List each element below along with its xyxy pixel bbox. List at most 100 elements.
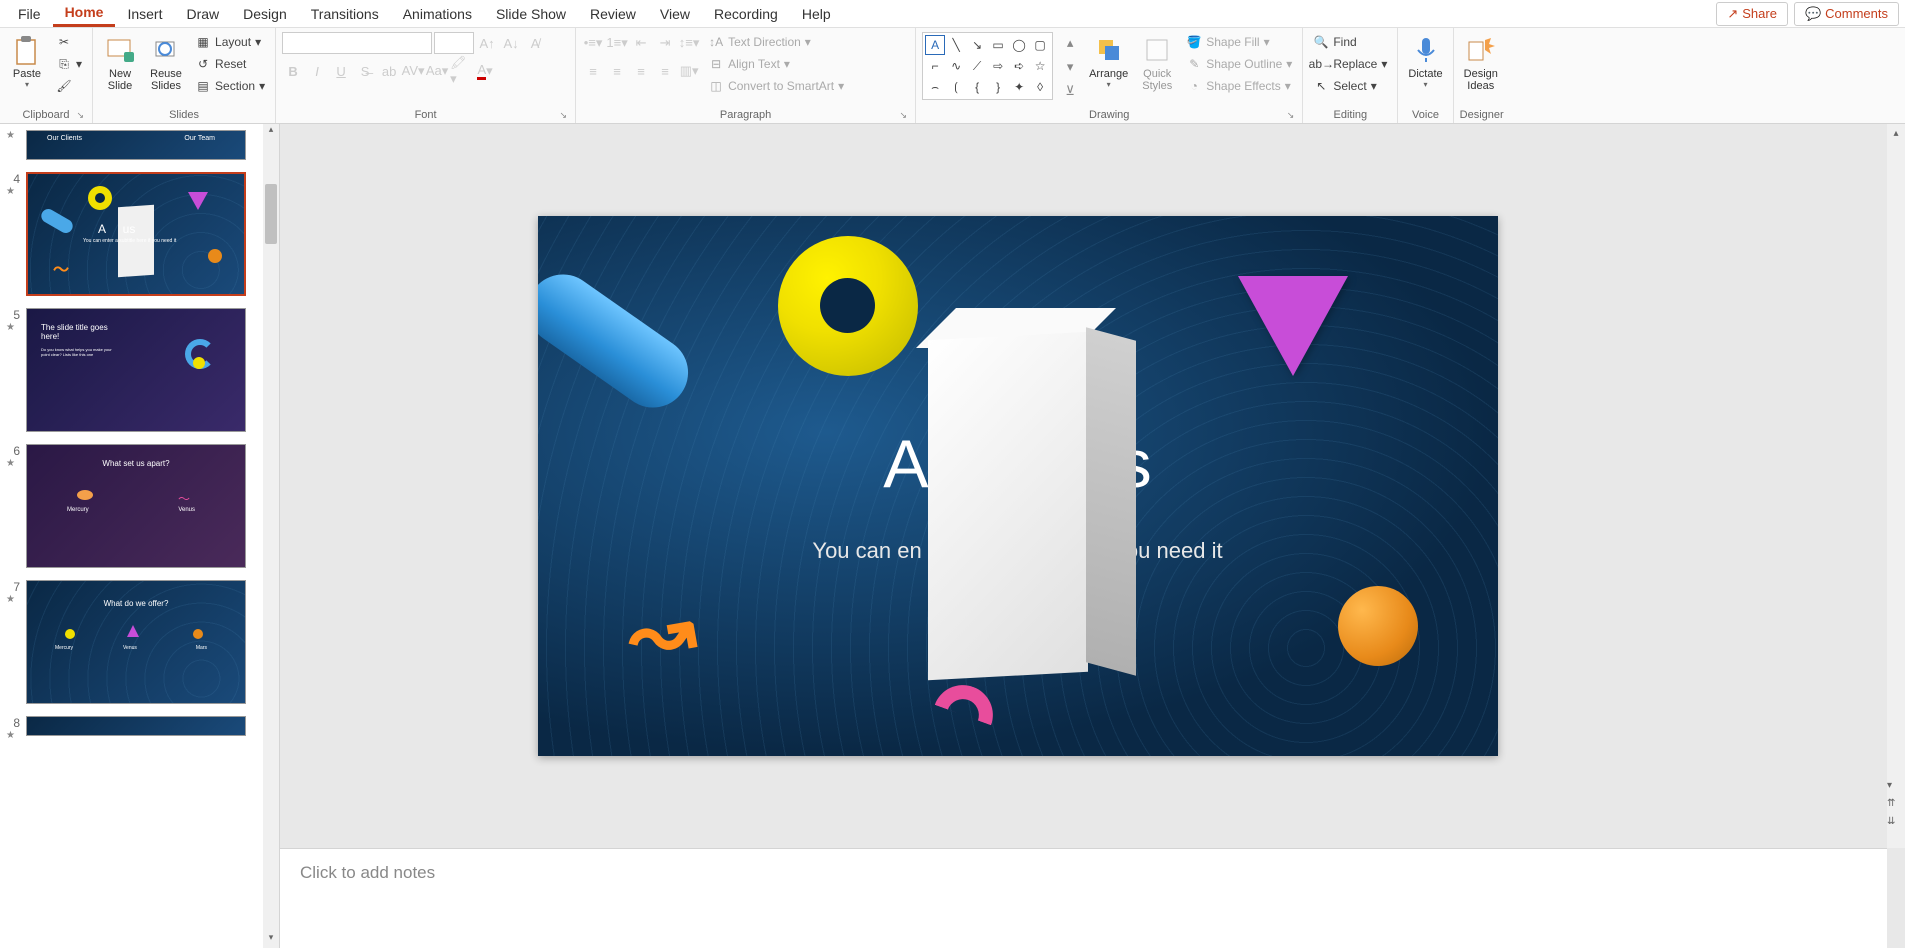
font-name-combo[interactable] bbox=[282, 32, 432, 54]
reuse-slides-button[interactable]: Reuse Slides bbox=[145, 32, 187, 94]
shapes-gallery[interactable]: A ╲↘▭◯▢ ⌐∿⟋⇨➪☆ ⌢⟮{}✦◊ bbox=[922, 32, 1053, 100]
tab-file[interactable]: File bbox=[6, 2, 53, 26]
shape-outline-button[interactable]: ✎Shape Outline▾ bbox=[1182, 54, 1296, 74]
align-text-button[interactable]: ⊟Align Text▾ bbox=[704, 54, 848, 74]
convert-smartart-button[interactable]: ◫Convert to SmartArt▾ bbox=[704, 76, 848, 96]
prev-slide-icon[interactable]: ⇈ bbox=[1887, 794, 1895, 812]
section-button[interactable]: ▤Section▾ bbox=[191, 76, 269, 96]
font-size-combo[interactable] bbox=[434, 32, 474, 54]
tab-recording[interactable]: Recording bbox=[702, 2, 790, 26]
shape-arrow-right-icon[interactable]: ⇨ bbox=[988, 56, 1008, 76]
scroll-handle[interactable] bbox=[265, 184, 277, 244]
increase-indent-button[interactable]: ⇥ bbox=[654, 32, 676, 54]
scroll-up-icon[interactable]: ▴ bbox=[1887, 124, 1905, 142]
shape-connector-icon[interactable]: ⌐ bbox=[925, 56, 945, 76]
numbering-button[interactable]: 1≡▾ bbox=[606, 32, 628, 54]
tab-home[interactable]: Home bbox=[53, 0, 116, 27]
increase-font-button[interactable]: A↑ bbox=[476, 32, 498, 54]
gallery-up-icon[interactable]: ▴ bbox=[1059, 32, 1081, 54]
dialog-launcher-icon[interactable]: ↘ bbox=[1287, 110, 1295, 121]
bold-button[interactable]: B bbox=[282, 60, 304, 82]
slide-thumb[interactable]: 7★ What do we offer? Mercury Venus Mars bbox=[0, 574, 279, 710]
shape-fill-button[interactable]: 🪣Shape Fill▾ bbox=[1182, 32, 1296, 52]
underline-button[interactable]: U bbox=[330, 60, 352, 82]
replace-button[interactable]: ab→Replace▾ bbox=[1309, 54, 1391, 74]
shadow-button[interactable]: ab bbox=[378, 60, 400, 82]
orange-sphere-shape[interactable] bbox=[1338, 586, 1418, 666]
shape-rect-icon[interactable]: ▭ bbox=[988, 35, 1008, 55]
gallery-down-icon[interactable]: ▾ bbox=[1059, 56, 1081, 78]
bullets-button[interactable]: •≡▾ bbox=[582, 32, 604, 54]
align-left-button[interactable]: ≡ bbox=[582, 60, 604, 82]
dialog-launcher-icon[interactable]: ↘ bbox=[900, 110, 908, 121]
font-color-button[interactable]: A▾ bbox=[474, 60, 496, 82]
yellow-torus-shape[interactable] bbox=[778, 236, 918, 376]
line-spacing-button[interactable]: ↕≡▾ bbox=[678, 32, 700, 54]
tab-slideshow[interactable]: Slide Show bbox=[484, 2, 578, 26]
tab-help[interactable]: Help bbox=[790, 2, 843, 26]
gallery-more-icon[interactable]: ⊻ bbox=[1059, 80, 1081, 102]
dialog-launcher-icon[interactable]: ↘ bbox=[560, 110, 568, 121]
shape-effects-button[interactable]: ◔Shape Effects▾ bbox=[1182, 76, 1296, 96]
canvas-scrollbar[interactable]: ▴ ▾ ⇈ ⇊ bbox=[1887, 124, 1905, 848]
shape-star-icon[interactable]: ☆ bbox=[1030, 56, 1050, 76]
thumb-image[interactable] bbox=[26, 716, 246, 736]
quick-styles-button[interactable]: Quick Styles bbox=[1136, 32, 1178, 94]
notes-placeholder[interactable]: Click to add notes bbox=[300, 863, 1867, 883]
comments-button[interactable]: 💬Comments bbox=[1794, 2, 1899, 26]
slide-thumb[interactable]: 4★ ～ A us You can enter a subtitle here … bbox=[0, 166, 279, 302]
shape-star4-icon[interactable]: ✦ bbox=[1009, 77, 1029, 97]
scroll-up-icon[interactable]: ▴ bbox=[263, 124, 279, 140]
dictate-button[interactable]: Dictate▾ bbox=[1404, 32, 1446, 91]
slide-thumb[interactable]: 8★ bbox=[0, 710, 279, 747]
decrease-indent-button[interactable]: ⇤ bbox=[630, 32, 652, 54]
tab-insert[interactable]: Insert bbox=[115, 2, 174, 26]
thumb-image[interactable]: What do we offer? Mercury Venus Mars bbox=[26, 580, 246, 704]
thumb-image[interactable]: ～ A us You can enter a subtitle here if … bbox=[26, 172, 246, 296]
tab-transitions[interactable]: Transitions bbox=[299, 2, 391, 26]
align-center-button[interactable]: ≡ bbox=[606, 60, 628, 82]
layout-button[interactable]: ▦Layout▾ bbox=[191, 32, 269, 52]
tab-design[interactable]: Design bbox=[231, 2, 299, 26]
select-button[interactable]: ↖Select▾ bbox=[1309, 76, 1391, 96]
shape-bracket-icon[interactable]: ⟮ bbox=[946, 77, 966, 97]
shape-callout-icon[interactable]: ◊ bbox=[1030, 77, 1050, 97]
shape-brace-icon[interactable]: { bbox=[967, 77, 987, 97]
thumb-image[interactable]: What set us apart? ～ Mercury Venus bbox=[26, 444, 246, 568]
justify-button[interactable]: ≡ bbox=[654, 60, 676, 82]
slide-thumb[interactable]: ★ Our ClientsOur Team bbox=[0, 124, 279, 166]
align-right-button[interactable]: ≡ bbox=[630, 60, 652, 82]
change-case-button[interactable]: Aa▾ bbox=[426, 60, 448, 82]
shape-brace2-icon[interactable]: } bbox=[988, 77, 1008, 97]
tab-view[interactable]: View bbox=[648, 2, 702, 26]
shape-textbox-icon[interactable]: A bbox=[925, 35, 945, 55]
slide-thumb[interactable]: 5★ The slide title goes here! Do you kno… bbox=[0, 302, 279, 438]
cut-button[interactable]: ✂ bbox=[52, 32, 86, 52]
shape-curve-icon[interactable]: ∿ bbox=[946, 56, 966, 76]
new-slide-button[interactable]: New Slide bbox=[99, 32, 141, 94]
share-button[interactable]: ↗Share bbox=[1716, 2, 1788, 26]
decrease-font-button[interactable]: A↓ bbox=[500, 32, 522, 54]
paste-button[interactable]: Paste ▾ bbox=[6, 32, 48, 91]
shape-line-arrow-icon[interactable]: ↘ bbox=[967, 35, 987, 55]
shape-arrow-block-icon[interactable]: ➪ bbox=[1009, 56, 1029, 76]
char-spacing-button[interactable]: AV▾ bbox=[402, 60, 424, 82]
tab-draw[interactable]: Draw bbox=[174, 2, 231, 26]
copy-button[interactable]: ⎘▾ bbox=[52, 54, 86, 74]
dialog-launcher-icon[interactable]: ↘ bbox=[76, 110, 84, 121]
next-slide-icon[interactable]: ⇊ bbox=[1887, 812, 1895, 830]
shape-line-icon[interactable]: ╲ bbox=[946, 35, 966, 55]
shape-arc-icon[interactable]: ⌢ bbox=[925, 77, 945, 97]
thumbnail-panel[interactable]: ★ Our ClientsOur Team 4★ ～ A us You can … bbox=[0, 124, 280, 948]
arrange-button[interactable]: Arrange▾ bbox=[1085, 32, 1132, 91]
shape-oval-icon[interactable]: ◯ bbox=[1009, 35, 1029, 55]
highlight-button[interactable]: 🖍▾ bbox=[450, 60, 472, 82]
scroll-down-icon[interactable]: ▾ bbox=[1887, 776, 1892, 794]
clear-formatting-button[interactable]: A̸ bbox=[524, 32, 546, 54]
design-ideas-button[interactable]: Design Ideas bbox=[1460, 32, 1502, 94]
thumb-image[interactable]: The slide title goes here! Do you know w… bbox=[26, 308, 246, 432]
italic-button[interactable]: I bbox=[306, 60, 328, 82]
slide-thumb[interactable]: 6★ What set us apart? ～ Mercury Venus bbox=[0, 438, 279, 574]
thumb-scrollbar[interactable]: ▴ ▾ bbox=[263, 124, 279, 948]
shape-roundrect-icon[interactable]: ▢ bbox=[1030, 35, 1050, 55]
